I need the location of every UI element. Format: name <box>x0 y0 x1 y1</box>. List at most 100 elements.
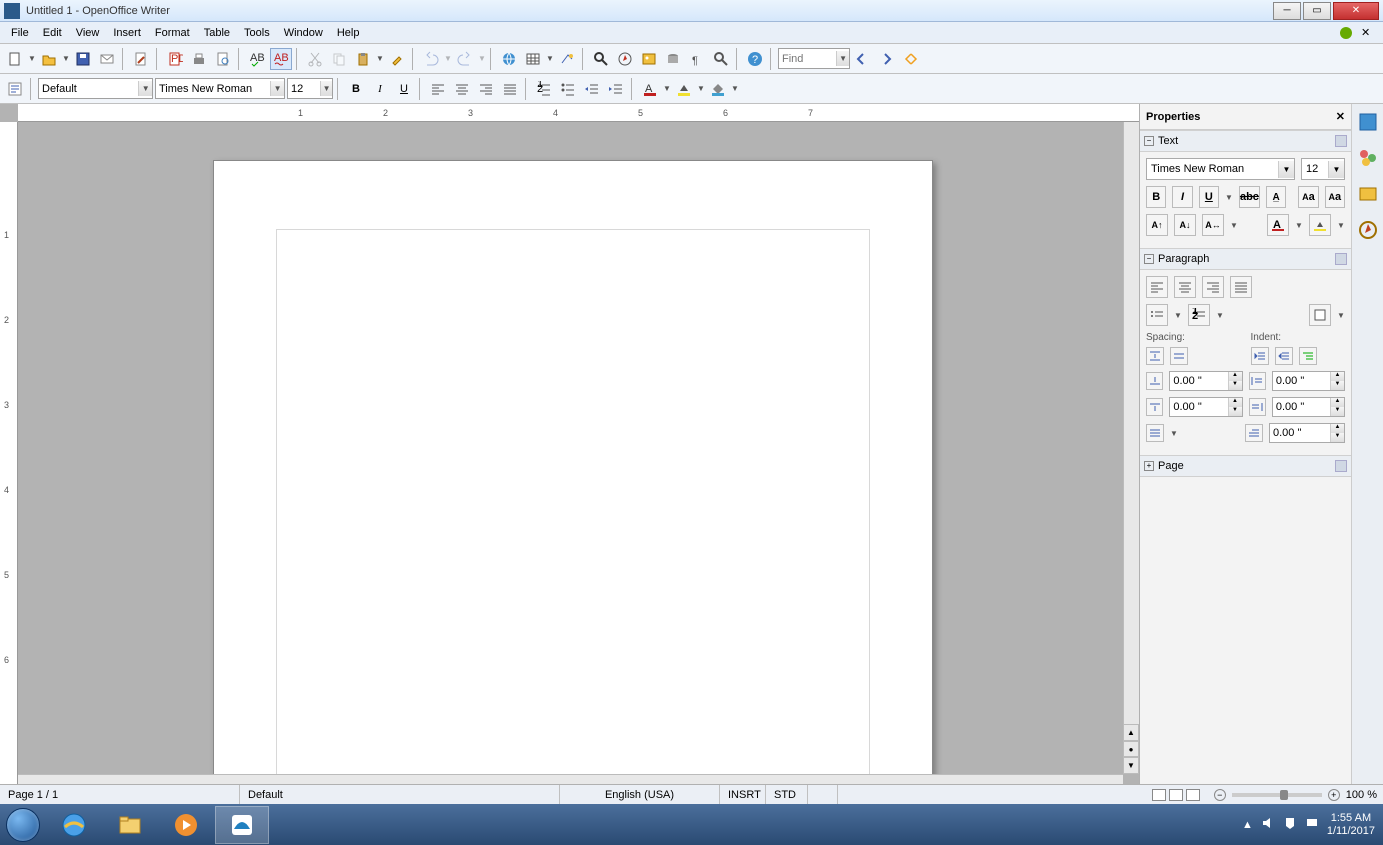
up-arrow[interactable]: ▲ <box>1330 424 1344 433</box>
align-left-button[interactable] <box>427 78 449 100</box>
cut-button[interactable] <box>304 48 326 70</box>
taskbar-wmp-icon[interactable] <box>159 806 213 844</box>
close-doc-icon[interactable]: ✕ <box>1361 26 1375 40</box>
linespacing-arrow[interactable]: ▼ <box>1170 429 1178 438</box>
undo-button[interactable] <box>420 48 442 70</box>
indent-left-input[interactable] <box>1273 372 1330 390</box>
prop-highlight-button[interactable] <box>1309 214 1331 236</box>
decrease-spacing-button[interactable] <box>1170 347 1188 365</box>
prop-font-combo[interactable]: Times New Roman ▼ <box>1146 158 1295 180</box>
status-insert-mode[interactable]: INSRT <box>720 785 766 804</box>
save-button[interactable] <box>72 48 94 70</box>
sidebar-navigator-icon[interactable] <box>1358 220 1378 240</box>
menu-file[interactable]: File <box>4 27 36 39</box>
hanging-indent-button[interactable] <box>1299 347 1317 365</box>
down-arrow[interactable]: ▼ <box>1228 381 1242 390</box>
find-arrow[interactable]: ▼ <box>836 51 849 66</box>
tray-volume-icon[interactable] <box>1261 816 1275 833</box>
up-arrow[interactable]: ▲ <box>1228 372 1242 381</box>
para-numbering-button[interactable]: 12 <box>1188 304 1210 326</box>
menu-format[interactable]: Format <box>148 27 197 39</box>
align-center-button[interactable] <box>451 78 473 100</box>
sidebar-styles-icon[interactable] <box>1358 148 1378 168</box>
font-name-input[interactable] <box>159 83 270 95</box>
section-paragraph-header[interactable]: − Paragraph <box>1140 248 1351 270</box>
underline-button[interactable]: U <box>393 78 415 100</box>
up-arrow[interactable]: ▲ <box>1228 398 1242 407</box>
new-button[interactable] <box>4 48 26 70</box>
close-button[interactable]: ✕ <box>1333 2 1379 20</box>
tray-network-icon[interactable] <box>1305 816 1319 833</box>
indent-first-spinner[interactable]: ▲▼ <box>1269 423 1345 443</box>
decrease-indent-button2[interactable] <box>1275 347 1293 365</box>
collapse-icon[interactable]: − <box>1144 136 1154 146</box>
zoom-value[interactable]: 100 % <box>1346 789 1377 801</box>
taskbar-openoffice-icon[interactable] <box>215 806 269 844</box>
space-above-spinner[interactable]: ▲▼ <box>1169 371 1242 391</box>
help-button[interactable]: ? <box>744 48 766 70</box>
up-arrow[interactable]: ▲ <box>1330 372 1344 381</box>
print-preview-button[interactable] <box>212 48 234 70</box>
menu-table[interactable]: Table <box>197 27 237 39</box>
prop-grow-button[interactable]: A↑ <box>1146 214 1168 236</box>
collapse-icon[interactable]: − <box>1144 254 1154 264</box>
indent-right-input[interactable] <box>1273 398 1330 416</box>
font-name-combo[interactable]: ▼ <box>155 78 285 99</box>
menu-help[interactable]: Help <box>330 27 367 39</box>
bold-button[interactable]: B <box>345 78 367 100</box>
gallery-button[interactable] <box>638 48 660 70</box>
taskbar-ie-icon[interactable] <box>47 806 101 844</box>
increase-indent-button2[interactable] <box>1251 347 1269 365</box>
prop-font-arrow[interactable]: ▼ <box>1278 161 1294 178</box>
prop-underline-button[interactable]: U <box>1199 186 1219 208</box>
prop-strike-button[interactable]: abc <box>1239 186 1260 208</box>
section-more-icon[interactable] <box>1335 253 1347 265</box>
justify-button[interactable] <box>499 78 521 100</box>
book-view-icon[interactable] <box>1186 789 1200 801</box>
format-paintbrush-button[interactable] <box>386 48 408 70</box>
section-more-icon[interactable] <box>1335 135 1347 147</box>
highlight-arrow2[interactable]: ▼ <box>1337 221 1345 230</box>
menu-insert[interactable]: Insert <box>106 27 148 39</box>
edit-file-button[interactable] <box>130 48 152 70</box>
para-bgcolor-arrow[interactable]: ▼ <box>1337 311 1345 320</box>
redo-menu-arrow[interactable]: ▼ <box>478 54 486 63</box>
increase-spacing-button[interactable] <box>1146 347 1164 365</box>
styles-button[interactable] <box>4 78 26 100</box>
font-size-combo[interactable]: ▼ <box>287 78 333 99</box>
tray-clock[interactable]: 1:55 AM 1/11/2017 <box>1327 812 1375 838</box>
increase-indent-button[interactable] <box>605 78 627 100</box>
section-text-header[interactable]: − Text <box>1140 130 1351 152</box>
paragraph-style-combo[interactable]: ▼ <box>38 78 153 99</box>
down-arrow[interactable]: ▼ <box>1228 407 1242 416</box>
italic-button[interactable]: I <box>369 78 391 100</box>
font-size-input[interactable] <box>291 83 320 95</box>
taskbar-explorer-icon[interactable] <box>103 806 157 844</box>
indent-left-spinner[interactable]: ▲▼ <box>1272 371 1345 391</box>
sidebar-gallery-icon[interactable] <box>1358 184 1378 204</box>
space-below-spinner[interactable]: ▲▼ <box>1169 397 1242 417</box>
sidebar-properties-icon[interactable] <box>1358 112 1378 132</box>
space-below-input[interactable] <box>1170 398 1227 416</box>
style-arrow[interactable]: ▼ <box>138 81 152 96</box>
horizontal-ruler[interactable]: 1 2 3 4 5 6 7 <box>18 104 1139 122</box>
highlight-button[interactable] <box>673 78 695 100</box>
minimize-button[interactable]: ─ <box>1273 2 1301 20</box>
prop-font-color-button[interactable]: A <box>1267 214 1289 236</box>
tray-action-center-icon[interactable] <box>1283 816 1297 833</box>
paste-button[interactable] <box>352 48 374 70</box>
export-pdf-button[interactable]: PDF <box>164 48 186 70</box>
paste-menu-arrow[interactable]: ▼ <box>376 54 384 63</box>
bg-color-arrow[interactable]: ▼ <box>731 84 739 93</box>
find-all-button[interactable] <box>900 48 922 70</box>
status-style[interactable]: Default <box>240 785 560 804</box>
data-sources-button[interactable] <box>662 48 684 70</box>
section-more-icon[interactable] <box>1335 460 1347 472</box>
prev-page-button[interactable]: ▲ <box>1123 724 1139 741</box>
indent-right-spinner[interactable]: ▲▼ <box>1272 397 1345 417</box>
menu-window[interactable]: Window <box>277 27 330 39</box>
spacing-arrow[interactable]: ▼ <box>1230 221 1238 230</box>
next-page-button[interactable]: ▼ <box>1123 757 1139 774</box>
align-right-button[interactable] <box>475 78 497 100</box>
prop-size-combo[interactable]: 12 ▼ <box>1301 158 1345 180</box>
